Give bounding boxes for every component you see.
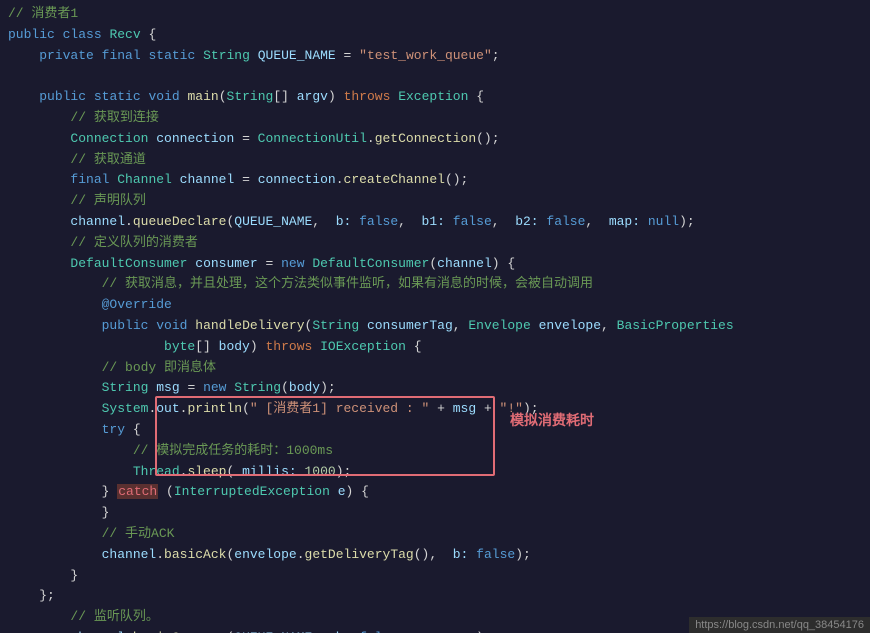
code-line: private final static String QUEUE_NAME =… xyxy=(0,46,870,67)
code-line: // 获取通道 xyxy=(0,150,870,171)
code-line: channel.queueDeclare(QUEUE_NAME, b: fals… xyxy=(0,212,870,233)
code-line-catch: } catch (InterruptedException e) { xyxy=(0,482,870,503)
code-line: } xyxy=(0,566,870,587)
code-line: public static void main(String[] argv) t… xyxy=(0,87,870,108)
code-line: } xyxy=(0,503,870,524)
code-line-try: try { xyxy=(0,420,870,441)
code-line: public void handleDelivery(String consum… xyxy=(0,316,870,337)
code-line: // 获取消息，并且处理，这个方法类似事件监听，如果有消息的时候，会被自动调用 xyxy=(0,274,870,295)
code-line: System.out.println(" [消费者1] received : "… xyxy=(0,399,870,420)
code-line: Connection connection = ConnectionUtil.g… xyxy=(0,129,870,150)
code-line: public class Recv { xyxy=(0,25,870,46)
editor: // 消费者1 public class Recv { private fina… xyxy=(0,0,870,633)
code-line: byte[] body) throws IOException { xyxy=(0,337,870,358)
footer-url: https://blog.csdn.net/qq_38454176 xyxy=(689,617,870,633)
code-line: final Channel channel = connection.creat… xyxy=(0,170,870,191)
code-line: String msg = new String(body); xyxy=(0,378,870,399)
code-line: // body 即消息体 xyxy=(0,358,870,379)
code-line: @Override xyxy=(0,295,870,316)
code-line: DefaultConsumer consumer = new DefaultCo… xyxy=(0,254,870,275)
code-line: // 获取到连接 xyxy=(0,108,870,129)
code-line: // 模拟完成任务的耗时：1000ms xyxy=(0,441,870,462)
code-line: Thread.sleep( millis: 1000); xyxy=(0,462,870,483)
code-line: // 声明队列 xyxy=(0,191,870,212)
code-line: // 消费者1 xyxy=(0,4,870,25)
code-line: channel.basicAck(envelope.getDeliveryTag… xyxy=(0,545,870,566)
code-line: }; xyxy=(0,586,870,607)
annotation-label: 模拟消费耗时 xyxy=(510,410,594,430)
code-line: // 手动ACK xyxy=(0,524,870,545)
code-area: // 消费者1 public class Recv { private fina… xyxy=(0,0,870,633)
code-line: // 定义队列的消费者 xyxy=(0,233,870,254)
code-line xyxy=(0,66,870,87)
